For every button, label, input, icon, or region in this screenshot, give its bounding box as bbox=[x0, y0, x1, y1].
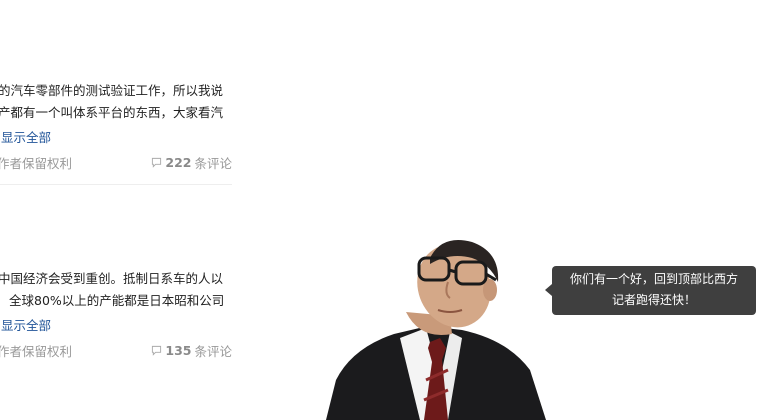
comment-suffix: 条评论 bbox=[194, 344, 232, 359]
show-all-link[interactable]: 显示全部 bbox=[1, 127, 51, 146]
comment-bubble-icon bbox=[152, 157, 162, 168]
comments-link[interactable]: 222 条评论 bbox=[151, 153, 232, 172]
comment-suffix: 条评论 bbox=[194, 156, 232, 171]
back-to-top-figure[interactable] bbox=[322, 230, 554, 420]
show-all-link[interactable]: 显示全部 bbox=[1, 315, 51, 334]
comment-count: 222 bbox=[165, 155, 192, 170]
answer-snippet-line: 产都有一个叫体系平台的东西，大家看汽 bbox=[0, 105, 224, 120]
comments-link[interactable]: 135 条评论 bbox=[151, 341, 232, 360]
back-to-top-tooltip: 你们有一个好，回到顶部比西方 记者跑得还快！ bbox=[545, 266, 756, 315]
comment-count: 135 bbox=[165, 343, 192, 358]
copyright-notice: 作者保留权利 bbox=[0, 156, 73, 171]
answer-snippet-line: 的汽车零部件的测试验证工作，所以我说 bbox=[0, 83, 224, 98]
card-divider bbox=[0, 184, 232, 185]
tooltip-line: 你们有一个好，回到顶部比西方 bbox=[569, 272, 738, 286]
tooltip-line: 记者跑得还快！ bbox=[611, 293, 696, 307]
comment-bubble-icon bbox=[152, 345, 162, 356]
copyright-notice: 作者保留权利 bbox=[0, 344, 73, 359]
answer-snippet-line: 中国经济会受到重创。抵制日系车的人以 bbox=[0, 271, 224, 286]
answer-feed: 的汽车零部件的测试验证工作，所以我说 产都有一个叫体系平台的东西，大家看汽 显示… bbox=[0, 0, 232, 420]
answer-snippet-line: 全球80%以上的产能都是日本昭和公司 bbox=[9, 293, 225, 308]
